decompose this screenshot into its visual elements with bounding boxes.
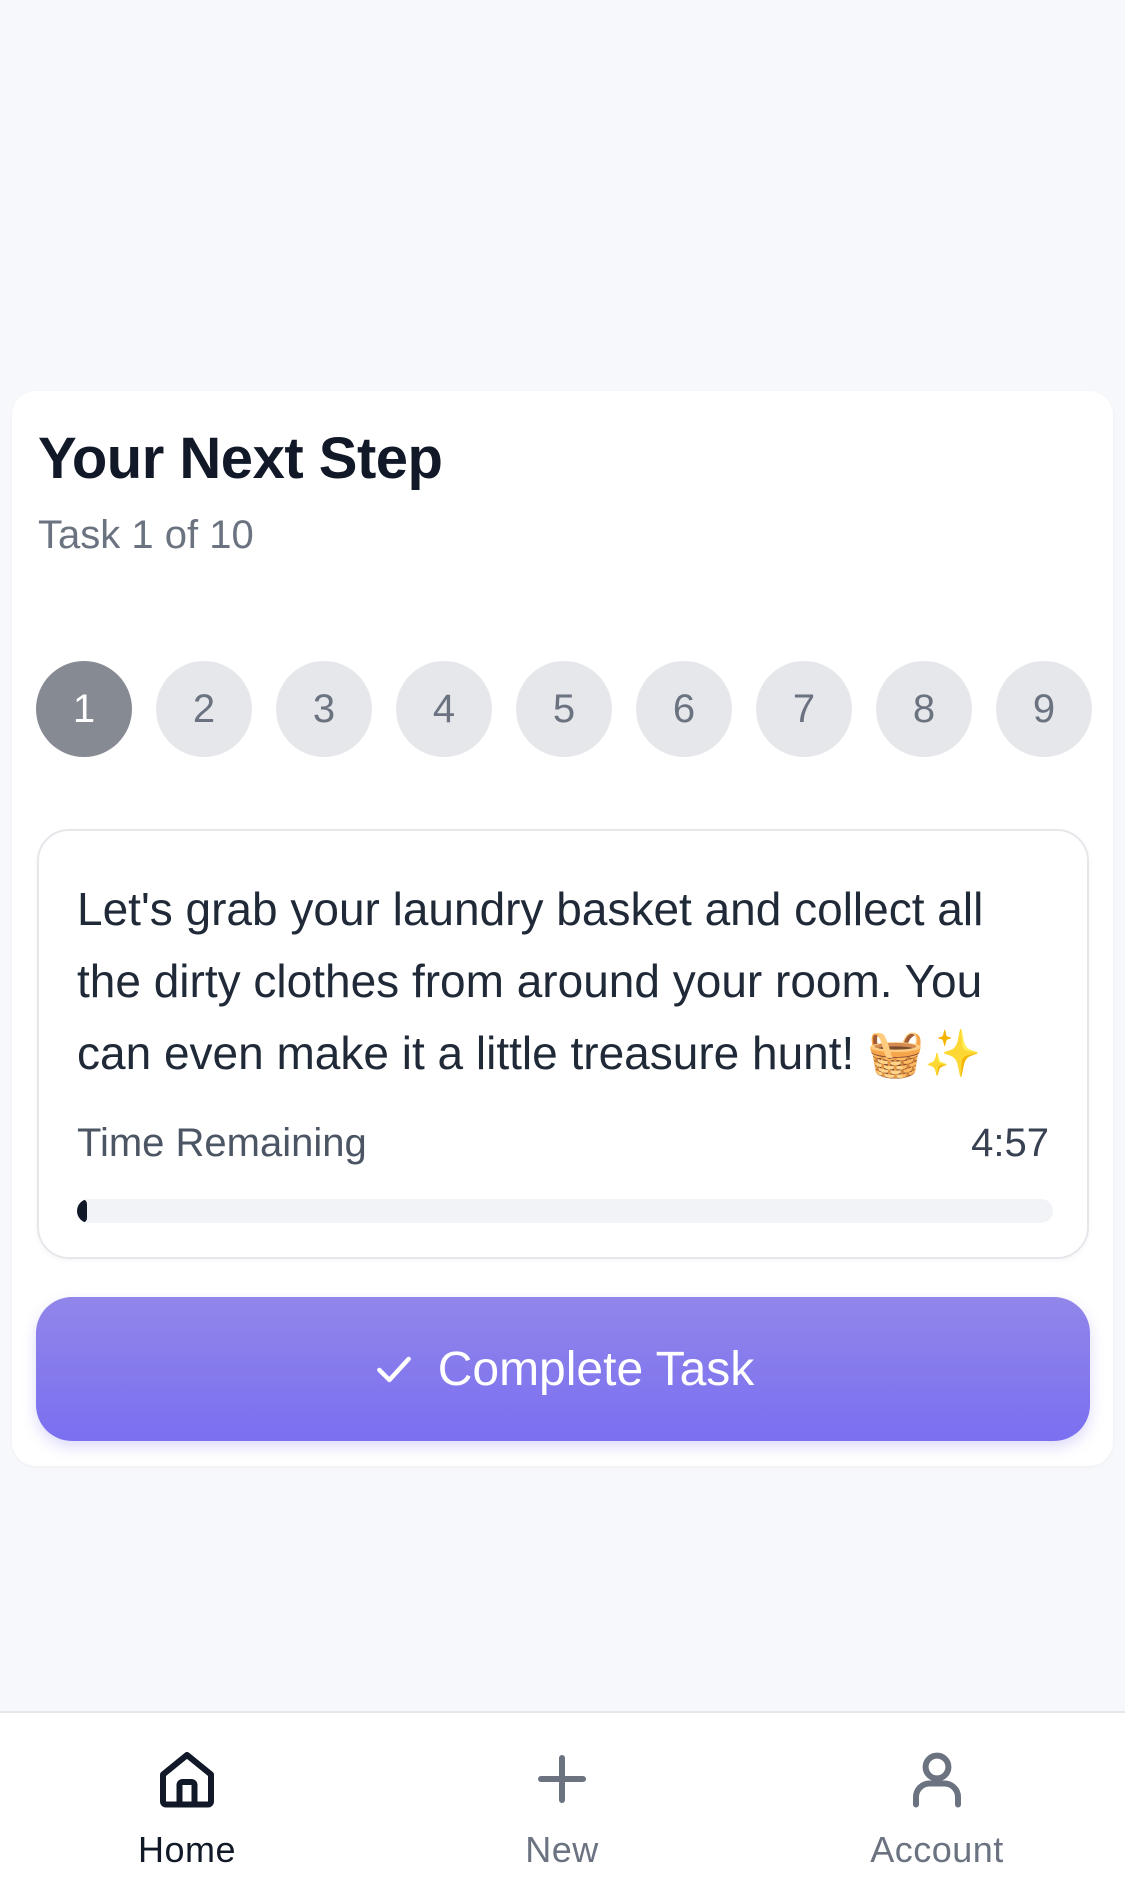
nav-label-new: New [525, 1829, 599, 1870]
step-9[interactable]: 9 [996, 661, 1092, 757]
time-remaining-label: Time Remaining [77, 1121, 367, 1165]
nav-item-home[interactable]: Home [57, 1743, 317, 1883]
plus-icon [538, 1755, 586, 1803]
step-1[interactable]: 1 [36, 661, 132, 757]
step-4[interactable]: 4 [396, 661, 492, 757]
nav-item-new[interactable]: New [432, 1743, 692, 1883]
bottom-nav: Home New Account [0, 1711, 1125, 1898]
user-icon [913, 1752, 961, 1808]
complete-task-button[interactable]: Complete Task [36, 1297, 1090, 1441]
step-7[interactable]: 7 [756, 661, 852, 757]
time-progress-bar [77, 1199, 1053, 1223]
task-box: Let's grab your laundry basket and colle… [37, 829, 1089, 1259]
step-5[interactable]: 5 [516, 661, 612, 757]
check-icon [376, 1356, 411, 1383]
next-step-card: Your Next Step Task 1 of 10 1 2 3 4 5 6 … [12, 391, 1113, 1466]
task-description: Let's grab your laundry basket and colle… [77, 883, 984, 1079]
task-counter: Task 1 of 10 [38, 513, 254, 557]
nav-label-account: Account [870, 1829, 1004, 1870]
time-remaining-value: 4:57 [971, 1121, 1049, 1165]
step-3[interactable]: 3 [276, 661, 372, 757]
step-indicator: 1 2 3 4 5 6 7 8 9 [36, 661, 1113, 757]
step-2[interactable]: 2 [156, 661, 252, 757]
time-progress-fill [77, 1199, 87, 1223]
home-icon [160, 1752, 214, 1808]
complete-task-label: Complete Task [437, 1342, 755, 1396]
step-8[interactable]: 8 [876, 661, 972, 757]
page-title: Your Next Step [38, 426, 443, 491]
step-6[interactable]: 6 [636, 661, 732, 757]
app-screen: Your Next Step Task 1 of 10 1 2 3 4 5 6 … [0, 0, 1125, 1898]
nav-label-home: Home [137, 1829, 237, 1870]
nav-item-account[interactable]: Account [807, 1743, 1067, 1883]
